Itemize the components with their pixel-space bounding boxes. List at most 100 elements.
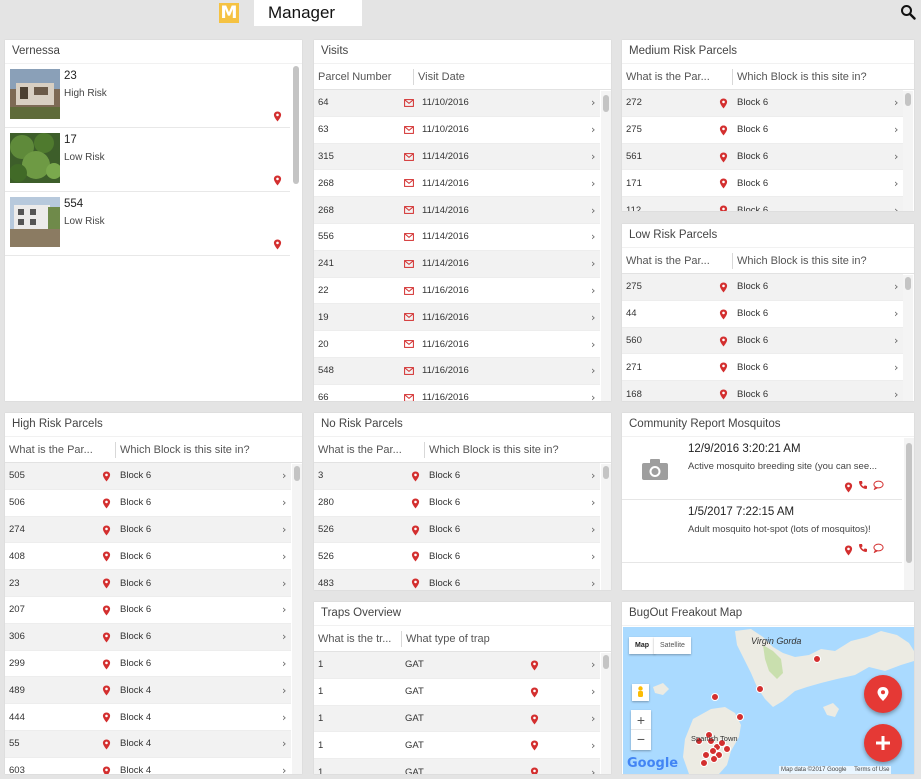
- pegman-icon[interactable]: [632, 684, 649, 701]
- parcel-card[interactable]: 554 Low Risk: [5, 192, 290, 256]
- column-header-block[interactable]: Which Block is this site in?: [733, 255, 867, 267]
- column-header-parcel[interactable]: What is the Par...: [5, 444, 115, 456]
- search-icon[interactable]: [900, 4, 916, 20]
- chevron-right-icon[interactable]: ›: [591, 658, 595, 671]
- table-row[interactable]: 275 Block 6 ›: [622, 274, 903, 301]
- scrollbar[interactable]: [603, 466, 609, 479]
- table-row[interactable]: 268 11/14/2016 ›: [314, 197, 600, 224]
- column-header-trap-count[interactable]: What is the tr...: [314, 633, 401, 645]
- table-row[interactable]: 112 Block 6 ›: [622, 197, 903, 211]
- table-row[interactable]: 1 GAT ›: [314, 679, 600, 706]
- terms-link[interactable]: Terms of Use: [854, 767, 889, 773]
- table-row[interactable]: 315 11/14/2016 ›: [314, 143, 600, 171]
- table-row[interactable]: 506 Block 6 ›: [5, 490, 291, 517]
- chevron-right-icon[interactable]: ›: [282, 603, 286, 616]
- chevron-right-icon[interactable]: ›: [894, 388, 898, 401]
- scrollbar[interactable]: [905, 277, 911, 290]
- table-row[interactable]: 280 Block 6 ›: [314, 490, 600, 517]
- table-row[interactable]: 560 Block 6 ›: [622, 327, 903, 355]
- chevron-right-icon[interactable]: ›: [591, 96, 595, 109]
- table-row[interactable]: 505 Block 6 ›: [5, 463, 291, 490]
- report-item[interactable]: 12/9/2016 3:20:21 AM Active mosquito bre…: [622, 437, 902, 500]
- scrollbar[interactable]: [293, 66, 299, 184]
- chevron-right-icon[interactable]: ›: [894, 361, 898, 374]
- table-row[interactable]: 20 11/16/2016 ›: [314, 331, 600, 358]
- chevron-right-icon[interactable]: ›: [591, 311, 595, 324]
- scrollbar[interactable]: [603, 655, 609, 669]
- table-row[interactable]: 271 Block 6 ›: [622, 354, 903, 382]
- table-row[interactable]: 22 11/16/2016 ›: [314, 278, 600, 305]
- table-row[interactable]: 306 Block 6 ›: [5, 623, 291, 651]
- chevron-right-icon[interactable]: ›: [282, 764, 286, 774]
- chevron-right-icon[interactable]: ›: [591, 712, 595, 725]
- table-row[interactable]: 66 11/16/2016 ›: [314, 385, 600, 401]
- chevron-right-icon[interactable]: ›: [591, 550, 595, 563]
- chevron-right-icon[interactable]: ›: [282, 684, 286, 697]
- chevron-right-icon[interactable]: ›: [282, 496, 286, 509]
- map-marker[interactable]: [756, 685, 764, 693]
- chevron-right-icon[interactable]: ›: [282, 550, 286, 563]
- map-marker[interactable]: [736, 713, 744, 721]
- table-row[interactable]: 168 Block 6 ›: [622, 381, 903, 401]
- locate-button[interactable]: [864, 675, 902, 713]
- chevron-right-icon[interactable]: ›: [894, 96, 898, 109]
- column-header-trap-type[interactable]: What type of trap: [402, 633, 490, 645]
- location-pin-button[interactable]: [844, 480, 853, 498]
- column-header-parcel[interactable]: What is the Par...: [622, 255, 732, 267]
- parcel-card[interactable]: 23 High Risk: [5, 64, 290, 128]
- table-row[interactable]: 272 Block 6 ›: [622, 90, 903, 117]
- map-view[interactable]: Map Satellite + − Virgin Gorda Spanish T…: [623, 627, 914, 774]
- column-header-parcel-number[interactable]: Parcel Number: [314, 71, 413, 83]
- chevron-right-icon[interactable]: ›: [591, 338, 595, 351]
- comment-icon[interactable]: [873, 480, 884, 490]
- chevron-right-icon[interactable]: ›: [591, 523, 595, 536]
- chevron-right-icon[interactable]: ›: [282, 577, 286, 590]
- chevron-right-icon[interactable]: ›: [591, 284, 595, 297]
- scrollbar[interactable]: [294, 466, 300, 481]
- table-row[interactable]: 1 GAT ›: [314, 652, 600, 679]
- map-marker[interactable]: [702, 751, 710, 759]
- scrollbar[interactable]: [905, 93, 911, 106]
- phone-icon[interactable]: [858, 480, 868, 490]
- table-row[interactable]: 268 11/14/2016 ›: [314, 170, 600, 198]
- map-marker[interactable]: [710, 755, 718, 763]
- column-header-block[interactable]: Which Block is this site in?: [116, 444, 250, 456]
- table-row[interactable]: 1 GAT ›: [314, 732, 600, 760]
- table-row[interactable]: 274 Block 6 ›: [5, 516, 291, 544]
- chevron-right-icon[interactable]: ›: [591, 123, 595, 136]
- chevron-right-icon[interactable]: ›: [282, 657, 286, 670]
- comment-icon[interactable]: [873, 543, 884, 553]
- chevron-right-icon[interactable]: ›: [591, 177, 595, 190]
- chevron-right-icon[interactable]: ›: [282, 523, 286, 536]
- chevron-right-icon[interactable]: ›: [591, 204, 595, 217]
- chevron-right-icon[interactable]: ›: [894, 177, 898, 190]
- chevron-right-icon[interactable]: ›: [282, 711, 286, 724]
- table-row[interactable]: 207 Block 6 ›: [5, 597, 291, 624]
- column-header-parcel[interactable]: What is the Par...: [314, 444, 424, 456]
- table-row[interactable]: 526 Block 6 ›: [314, 516, 600, 544]
- chevron-right-icon[interactable]: ›: [591, 230, 595, 243]
- column-header-parcel[interactable]: What is the Par...: [622, 71, 732, 83]
- map-marker[interactable]: [723, 745, 731, 753]
- table-row[interactable]: 548 11/16/2016 ›: [314, 357, 600, 385]
- chevron-right-icon[interactable]: ›: [591, 257, 595, 270]
- table-row[interactable]: 489 Block 4 ›: [5, 677, 291, 705]
- table-row[interactable]: 408 Block 6 ›: [5, 543, 291, 571]
- column-header-block[interactable]: Which Block is this site in?: [425, 444, 559, 456]
- scrollbar[interactable]: [906, 443, 912, 563]
- map-marker[interactable]: [700, 759, 708, 767]
- chevron-right-icon[interactable]: ›: [591, 364, 595, 377]
- chevron-right-icon[interactable]: ›: [282, 630, 286, 643]
- chevron-right-icon[interactable]: ›: [591, 577, 595, 590]
- chevron-right-icon[interactable]: ›: [282, 737, 286, 750]
- map-marker[interactable]: [813, 655, 821, 663]
- phone-icon[interactable]: [858, 543, 868, 553]
- report-item[interactable]: 1/5/2017 7:22:15 AM Adult mosquito hot-s…: [622, 500, 902, 563]
- table-row[interactable]: 526 Block 6 ›: [314, 543, 600, 571]
- chevron-right-icon[interactable]: ›: [591, 685, 595, 698]
- zoom-in-button[interactable]: +: [631, 710, 651, 730]
- chevron-right-icon[interactable]: ›: [894, 334, 898, 347]
- chevron-right-icon[interactable]: ›: [894, 280, 898, 293]
- table-row[interactable]: 19 11/16/2016 ›: [314, 304, 600, 332]
- table-row[interactable]: 1 GAT ›: [314, 759, 600, 774]
